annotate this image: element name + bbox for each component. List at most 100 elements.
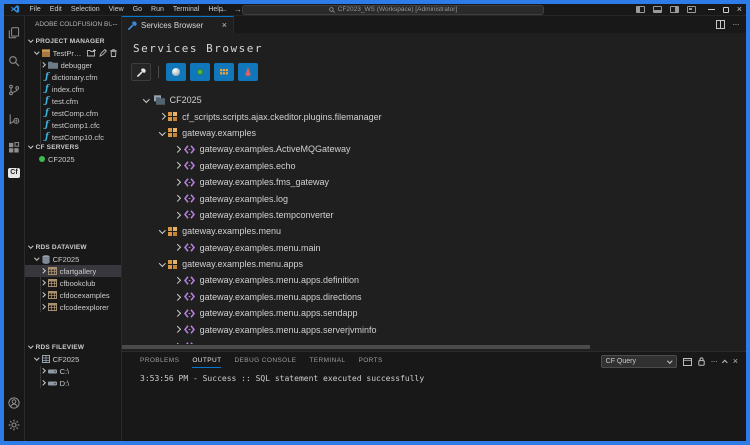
menu-view[interactable]: View: [104, 4, 128, 15]
drive-row[interactable]: D:\: [25, 377, 121, 389]
restore-button[interactable]: [723, 7, 729, 13]
chevron-right-icon[interactable]: [174, 326, 180, 332]
webservices-filter-button[interactable]: [166, 63, 186, 81]
tree-row[interactable]: gateway.examples: [122, 125, 744, 141]
menu-go[interactable]: Go: [128, 4, 146, 15]
toggle-secondary-sidebar-icon[interactable]: [670, 6, 679, 13]
project-file-row[interactable]: ƒindex.cfm: [25, 83, 121, 95]
toggle-primary-sidebar-icon[interactable]: [636, 6, 645, 13]
configure-services-button[interactable]: [131, 63, 151, 81]
command-center-search[interactable]: CF2023_WS (Workspace) [Administrator]: [242, 5, 544, 15]
source-control-icon[interactable]: [4, 81, 24, 99]
section-header-rds-fileview[interactable]: RDS FILEVIEW: [25, 341, 121, 353]
tree-row[interactable]: gateway.examples.ActiveMQGateway: [122, 141, 744, 157]
menu-terminal[interactable]: Terminal: [168, 4, 203, 15]
search-view-icon[interactable]: [4, 52, 24, 70]
chevron-right-icon[interactable]: [174, 146, 180, 152]
chevron-down-icon[interactable]: [143, 96, 149, 102]
chevron-right-icon[interactable]: [40, 280, 45, 285]
menu-edit[interactable]: Edit: [45, 4, 66, 15]
toggle-panel-icon[interactable]: [653, 6, 662, 13]
new-folder-icon[interactable]: [87, 49, 96, 57]
minimize-button[interactable]: [708, 9, 715, 10]
coldfusion-builder-icon[interactable]: Cf: [4, 164, 24, 182]
project-file-row[interactable]: ƒtestComp1.cfc: [25, 119, 121, 131]
delete-trash-icon[interactable]: [110, 49, 117, 57]
explorer-icon[interactable]: [4, 24, 24, 42]
tree-row[interactable]: cf_scripts.scripts.ajax.ckeditor.plugins…: [122, 108, 744, 124]
drive-row[interactable]: C:\: [25, 365, 121, 377]
chevron-down-icon[interactable]: [159, 129, 165, 135]
tree-row[interactable]: gateway.examples.log: [122, 190, 744, 206]
tree-row[interactable]: gateway.examples.menu.apps.serverjvminfo: [122, 321, 744, 337]
components-filter-button[interactable]: [190, 63, 210, 81]
chevron-right-icon[interactable]: [174, 310, 180, 316]
panel-tab-output[interactable]: OUTPUT: [192, 357, 221, 368]
chevron-right-icon[interactable]: [174, 179, 180, 185]
maximize-panel-icon[interactable]: [722, 360, 727, 365]
tab-services-browser[interactable]: Services Browser ×: [122, 16, 234, 33]
panel-tab-ports[interactable]: PORTS: [358, 357, 382, 367]
tree-row[interactable]: [122, 338, 744, 344]
section-header-rds-dataview[interactable]: RDS DATAVIEW: [25, 241, 121, 253]
project-file-row[interactable]: ƒtestComp.cfm: [25, 107, 121, 119]
tree-row[interactable]: gateway.examples.tempconverter: [122, 207, 744, 223]
chevron-right-icon[interactable]: [40, 304, 45, 309]
project-file-row[interactable]: ƒtest.cfm: [25, 95, 121, 107]
settings-gear-icon[interactable]: [4, 416, 24, 434]
close-window-button[interactable]: ×: [737, 5, 742, 14]
output-channel-select[interactable]: CF Query: [601, 355, 677, 368]
database-row[interactable]: cfartgallery: [25, 265, 121, 277]
tree-row[interactable]: gateway.examples.menu.apps.directions: [122, 289, 744, 305]
run-debug-icon[interactable]: [4, 110, 24, 128]
section-header-project-manager[interactable]: PROJECT MANAGER: [25, 35, 121, 47]
chevron-down-icon[interactable]: [159, 260, 165, 266]
section-header-cf-servers[interactable]: CF SERVERS: [25, 141, 121, 153]
forward-arrow-icon[interactable]: →: [234, 5, 242, 14]
datasources-filter-button[interactable]: [238, 63, 258, 81]
tree-row[interactable]: gateway.examples.menu.main: [122, 240, 744, 256]
sidebar-more-actions-icon[interactable]: ···: [112, 20, 117, 29]
tree-row[interactable]: gateway.examples.menu.apps.sendapp: [122, 305, 744, 321]
tree-row[interactable]: gateway.examples.menu.apps.definition: [122, 272, 744, 288]
chevron-right-icon[interactable]: [159, 113, 165, 119]
server-row[interactable]: CF2025: [25, 153, 121, 165]
chevron-right-icon[interactable]: [40, 380, 45, 385]
split-editor-icon[interactable]: [716, 20, 725, 29]
chevron-right-icon[interactable]: [40, 268, 45, 273]
rds-file-server-row[interactable]: CF2025: [25, 353, 121, 365]
project-file-row[interactable]: ƒdictionary.cfm: [25, 71, 121, 83]
tree-row[interactable]: CF2025: [122, 92, 744, 108]
close-tab-icon[interactable]: ×: [222, 21, 227, 30]
lock-scroll-icon[interactable]: [698, 357, 705, 366]
accounts-icon[interactable]: [4, 394, 24, 412]
database-row[interactable]: cfcodeexplorer: [25, 301, 121, 313]
extensions-icon[interactable]: [4, 139, 24, 157]
chevron-down-icon[interactable]: [159, 227, 165, 233]
tree-row[interactable]: gateway.examples.menu.apps: [122, 256, 744, 272]
chevron-right-icon[interactable]: [174, 163, 180, 169]
gateways-filter-button[interactable]: [214, 63, 234, 81]
chevron-right-icon[interactable]: [174, 212, 180, 218]
chevron-right-icon[interactable]: [174, 244, 180, 250]
chevron-right-icon[interactable]: [174, 195, 180, 201]
chevron-right-icon[interactable]: [40, 62, 45, 67]
database-row[interactable]: cfdocexamples: [25, 289, 121, 301]
menu-run[interactable]: Run: [147, 4, 169, 15]
menu-file[interactable]: File: [25, 4, 45, 15]
database-row[interactable]: cfbookclub: [25, 277, 121, 289]
back-arrow-icon[interactable]: ←: [220, 5, 228, 14]
customize-layout-icon[interactable]: [687, 6, 696, 13]
panel-more-actions-icon[interactable]: ···: [711, 357, 718, 366]
project-file-row[interactable]: debugger: [25, 59, 121, 71]
project-row[interactable]: TestProject: [25, 47, 121, 59]
edit-pencil-icon[interactable]: [99, 49, 107, 57]
editor-more-actions-icon[interactable]: ···: [733, 20, 740, 29]
chevron-right-icon[interactable]: [174, 294, 180, 300]
output-window-icon[interactable]: [683, 358, 692, 366]
panel-tab-debug-console[interactable]: DEBUG CONSOLE: [234, 357, 296, 367]
tree-row[interactable]: gateway.examples.menu: [122, 223, 744, 239]
panel-tab-problems[interactable]: PROBLEMS: [140, 357, 179, 367]
panel-tab-terminal[interactable]: TERMINAL: [309, 357, 345, 367]
chevron-right-icon[interactable]: [174, 277, 180, 283]
